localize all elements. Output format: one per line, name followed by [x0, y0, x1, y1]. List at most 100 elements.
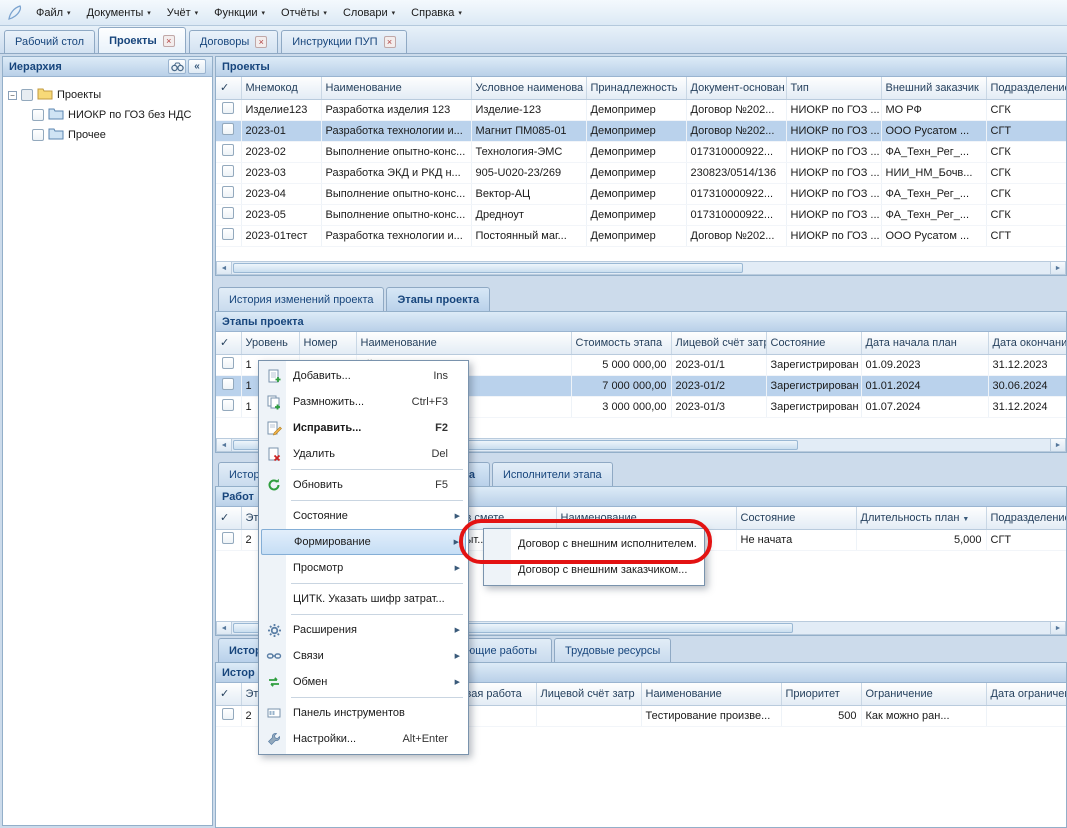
scroll-left-icon[interactable]: ◄	[217, 439, 232, 451]
row-checkbox[interactable]	[222, 102, 234, 114]
column-header-state[interactable]: Состояние	[736, 507, 856, 529]
tree-item-niokr-goz[interactable]: НИОКР по ГОЗ без НДС	[8, 105, 207, 125]
select-all-header[interactable]: ✓	[216, 77, 241, 99]
column-header-type[interactable]: Тип	[786, 77, 881, 99]
row-checkbox[interactable]	[222, 228, 234, 240]
tree-item-projects[interactable]: − Проекты	[8, 85, 207, 105]
row-checkbox[interactable]	[222, 357, 234, 369]
menu-documents[interactable]: Документы▾	[79, 3, 159, 23]
projects-hscrollbar[interactable]: ◄ ►	[216, 261, 1066, 275]
column-header-name[interactable]: Наименование	[641, 683, 781, 705]
project-row[interactable]: 2023-04Выполнение опытно-конс...Вектор-А…	[216, 183, 1067, 204]
context-menu-item-delete[interactable]: Удалить Del	[261, 441, 466, 467]
column-header-stage-cost[interactable]: Стоимость этапа	[571, 332, 671, 354]
column-header-work[interactable]: вая работа	[461, 683, 536, 705]
scroll-right-icon[interactable]: ►	[1050, 622, 1065, 634]
submenu-item-contract-external-customer[interactable]: Договор с внешним заказчиком...	[486, 557, 702, 583]
tab-stage-executors[interactable]: Исполнители этапа	[492, 462, 613, 486]
tab-desktop[interactable]: Рабочий стол	[4, 30, 95, 53]
scroll-right-icon[interactable]: ►	[1050, 262, 1065, 274]
menu-dictionaries[interactable]: Словари▾	[335, 3, 403, 23]
project-row[interactable]: 2023-05Выполнение опытно-конс...Дредноут…	[216, 204, 1067, 225]
column-header-belonging[interactable]: Принадлежность	[586, 77, 686, 99]
tree-item-other[interactable]: Прочее	[8, 125, 207, 145]
context-menu-item-view[interactable]: Просмотр ▶	[261, 555, 466, 581]
tab-instructions-pup[interactable]: Инструкции ПУП×	[281, 30, 406, 53]
row-checkbox[interactable]	[222, 165, 234, 177]
menu-file[interactable]: Файл▾	[28, 3, 79, 23]
context-menu-item-extensions[interactable]: Расширения ▶	[261, 617, 466, 643]
row-checkbox[interactable]	[222, 708, 234, 720]
column-header-name[interactable]: Наименование	[556, 507, 736, 529]
column-header-level[interactable]: Уровень	[241, 332, 299, 354]
context-menu-item-settings[interactable]: Настройки... Alt+Enter	[261, 726, 466, 752]
menu-functions[interactable]: Функции▾	[206, 3, 273, 23]
context-menu-item-refresh[interactable]: Обновить F5	[261, 472, 466, 498]
select-all-header[interactable]: ✓	[216, 507, 241, 529]
project-row[interactable]: 2023-03Разработка ЭКД и РКД н...905-U020…	[216, 162, 1067, 183]
scroll-thumb[interactable]	[233, 263, 743, 273]
search-binoculars-icon[interactable]	[168, 59, 186, 74]
column-header-cost-account[interactable]: Лицевой счёт затрат	[671, 332, 766, 354]
row-checkbox[interactable]	[222, 532, 234, 544]
column-header-external-customer[interactable]: Внешний заказчик	[881, 77, 986, 99]
row-checkbox[interactable]	[222, 378, 234, 390]
project-row[interactable]: 2023-02Выполнение опытно-конс...Технолог…	[216, 141, 1067, 162]
column-header-base-document[interactable]: Документ-основан	[686, 77, 786, 99]
column-header-conditional-name[interactable]: Условное наименова	[471, 77, 586, 99]
tab-projects[interactable]: Проекты×	[98, 27, 186, 53]
column-header-priority[interactable]: Приоритет	[781, 683, 861, 705]
column-header-plan-duration[interactable]: Длительность план▼	[856, 507, 986, 529]
context-menu-item-state[interactable]: Состояние ▶	[261, 503, 466, 529]
project-row[interactable]: 2023-01тестРазработка технологии и...Пос…	[216, 225, 1067, 246]
column-header-state[interactable]: Состояние	[766, 332, 861, 354]
tree-checkbox[interactable]	[32, 129, 44, 141]
context-menu-item-toolbar[interactable]: Панель инструментов	[261, 700, 466, 726]
close-icon[interactable]: ×	[163, 35, 175, 47]
column-header-mnemocode[interactable]: Мнемокод	[241, 77, 321, 99]
row-checkbox[interactable]	[222, 123, 234, 135]
tab-project-history[interactable]: История изменений проекта	[218, 287, 384, 311]
column-header-executor-subdivision[interactable]: Подразделение-испо	[986, 507, 1067, 529]
close-icon[interactable]: ×	[384, 36, 396, 48]
column-header-in-estimate[interactable]: в смете	[461, 507, 556, 529]
context-menu-item-citk[interactable]: ЦИТК. Указать шифр затрат...	[261, 586, 466, 612]
project-row-selected[interactable]: 2023-01Разработка технологии и...Магнит …	[216, 120, 1067, 141]
project-row[interactable]: Изделие123Разработка изделия 123Изделие-…	[216, 99, 1067, 120]
context-menu-item-edit[interactable]: Исправить... F2	[261, 415, 466, 441]
column-header-name[interactable]: Наименование	[356, 332, 571, 354]
column-header-subdivision[interactable]: Подразделение	[986, 77, 1067, 99]
column-header-plan-end[interactable]: Дата окончани	[988, 332, 1067, 354]
menu-accounting[interactable]: Учёт▾	[159, 3, 206, 23]
close-icon[interactable]: ×	[255, 36, 267, 48]
select-all-header[interactable]: ✓	[216, 332, 241, 354]
context-menu-item-duplicate[interactable]: Размножить... Ctrl+F3	[261, 389, 466, 415]
context-menu-item-exchange[interactable]: Обмен ▶	[261, 669, 466, 695]
tree-checkbox[interactable]	[32, 109, 44, 121]
tab-labor-resources[interactable]: Трудовые ресурсы	[554, 638, 671, 662]
select-all-header[interactable]: ✓	[216, 683, 241, 705]
context-menu-item-add[interactable]: Добавить... Ins	[261, 363, 466, 389]
column-header-number[interactable]: Номер	[299, 332, 356, 354]
row-checkbox[interactable]	[222, 399, 234, 411]
row-checkbox[interactable]	[222, 186, 234, 198]
tab-project-stages[interactable]: Этапы проекта	[386, 287, 490, 311]
tab-contracts[interactable]: Договоры×	[189, 30, 278, 53]
menu-reports[interactable]: Отчёты▾	[273, 3, 335, 23]
scroll-right-icon[interactable]: ►	[1050, 439, 1065, 451]
submenu-item-contract-external-executor[interactable]: Договор с внешним исполнителем...	[486, 531, 702, 557]
menu-help[interactable]: Справка▾	[403, 3, 470, 23]
column-header-cost-account[interactable]: Лицевой счёт затр	[536, 683, 641, 705]
tree-checkbox[interactable]	[21, 89, 33, 101]
scroll-left-icon[interactable]: ◄	[217, 622, 232, 634]
collapse-panel-button[interactable]: «	[188, 59, 206, 74]
context-menu-item-formation[interactable]: Формирование ▶	[261, 529, 466, 555]
column-header-constraint-date[interactable]: Дата ограничени	[986, 683, 1067, 705]
column-header-constraint[interactable]: Ограничение	[861, 683, 986, 705]
row-checkbox[interactable]	[222, 144, 234, 156]
column-header-name[interactable]: Наименование	[321, 77, 471, 99]
row-checkbox[interactable]	[222, 207, 234, 219]
column-header-plan-start[interactable]: Дата начала план	[861, 332, 988, 354]
expander-icon[interactable]: −	[8, 91, 17, 100]
scroll-left-icon[interactable]: ◄	[217, 262, 232, 274]
